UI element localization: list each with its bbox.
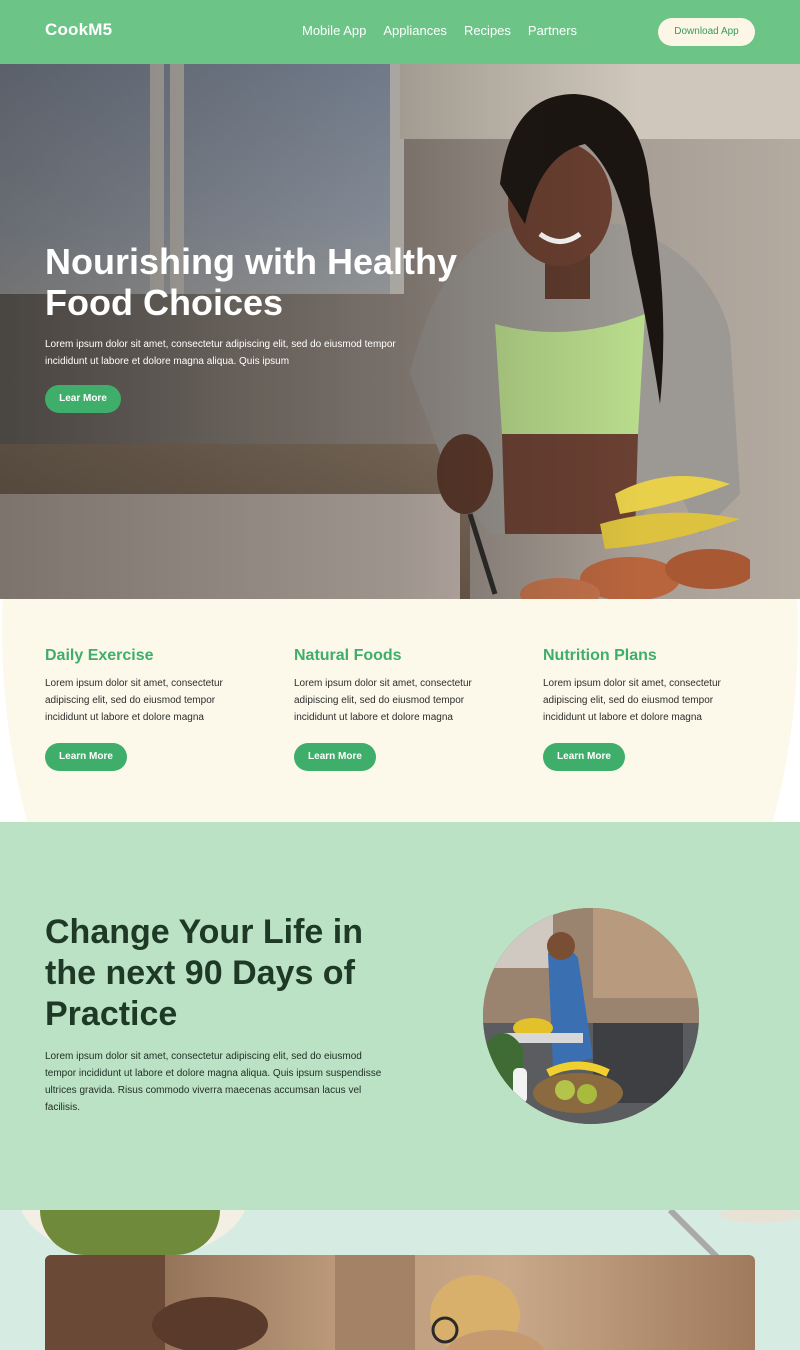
- feature-title: Natural Foods: [294, 647, 402, 664]
- download-app-button[interactable]: Download App: [658, 18, 755, 46]
- feature-description: Lorem ipsum dolor sit amet, consectetur …: [543, 678, 721, 723]
- feature-title: Nutrition Plans: [543, 647, 657, 664]
- feature-card-nutrition-plans: Nutrition Plans Lorem ipsum dolor sit am…: [543, 647, 743, 771]
- feature-learn-more-button[interactable]: Learn More: [543, 743, 625, 771]
- change-description: Lorem ipsum dolor sit amet, consectetur …: [45, 1051, 382, 1113]
- feature-learn-more-button[interactable]: Learn More: [45, 743, 127, 771]
- feature-learn-more-button[interactable]: Learn More: [294, 743, 376, 771]
- nav-link-partners[interactable]: Partners: [528, 23, 577, 38]
- chefs-photo: [45, 1255, 755, 1350]
- nav-links: Mobile App Appliances Recipes Partners: [302, 23, 577, 38]
- feature-card-natural-foods: Natural Foods Lorem ipsum dolor sit amet…: [294, 647, 494, 771]
- nav-link-mobile-app[interactable]: Mobile App: [302, 23, 366, 38]
- hero-description: Lorem ipsum dolor sit amet, consectetur …: [45, 339, 396, 367]
- change-title: Change Your Life in the next 90 Days of …: [45, 913, 363, 1033]
- hero-title: Nourishing with Healthy Food Choices: [45, 241, 458, 323]
- feature-title: Daily Exercise: [45, 647, 154, 664]
- features-section: Daily Exercise Lorem ipsum dolor sit ame…: [0, 599, 800, 822]
- nav-link-appliances[interactable]: Appliances: [383, 23, 447, 38]
- top-nav: CookM5 Mobile App Appliances Recipes Par…: [0, 0, 800, 64]
- change-section: Change Your Life in the next 90 Days of …: [0, 822, 800, 1210]
- feature-description: Lorem ipsum dolor sit amet, consectetur …: [294, 678, 472, 723]
- hero-learn-more-button[interactable]: Lear More: [45, 385, 121, 413]
- feature-card-daily-exercise: Daily Exercise Lorem ipsum dolor sit ame…: [45, 647, 245, 771]
- feature-description: Lorem ipsum dolor sit amet, consectetur …: [45, 678, 223, 723]
- nav-link-recipes[interactable]: Recipes: [464, 23, 511, 38]
- hero-section: Nourishing with Healthy Food Choices Lor…: [0, 64, 800, 599]
- testimonial-section: [0, 1210, 800, 1350]
- logo[interactable]: CookM5: [45, 20, 112, 40]
- kitchen-woman-circle-image: [483, 908, 699, 1124]
